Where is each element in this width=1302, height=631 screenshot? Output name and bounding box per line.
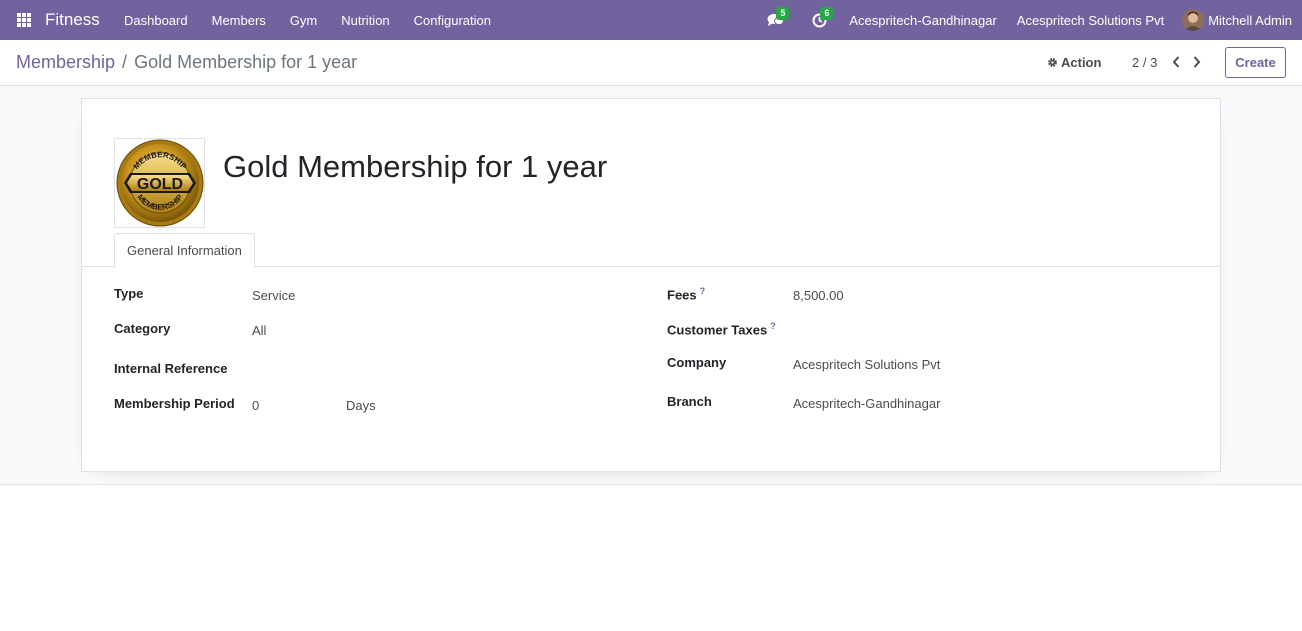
messages-button[interactable]: 5 <box>759 0 791 40</box>
form-view-background: GOLD MEMBERSHIP MEMBERSHIP Gold Membersh… <box>0 86 1302 485</box>
branch-label: Branch <box>667 394 712 409</box>
internal-reference-value[interactable] <box>252 361 452 377</box>
gold-membership-badge-image: GOLD MEMBERSHIP MEMBERSHIP <box>116 139 203 227</box>
internal-reference-label: Internal Reference <box>114 361 228 376</box>
action-button[interactable]: Action <box>1047 55 1101 70</box>
form-sheet: GOLD MEMBERSHIP MEMBERSHIP Gold Membersh… <box>81 98 1221 472</box>
company-value[interactable]: Acespritech Solutions Pvt <box>793 357 940 372</box>
company-switcher[interactable]: Acespritech Solutions Pvt <box>1007 13 1174 28</box>
svg-text:GOLD: GOLD <box>136 176 182 193</box>
customer-taxes-value[interactable] <box>793 321 993 337</box>
top-navbar: Fitness Dashboard Members Gym Nutrition … <box>0 0 1302 40</box>
menu-item-gym[interactable]: Gym <box>278 13 329 28</box>
menu-item-configuration[interactable]: Configuration <box>402 13 503 28</box>
activities-button[interactable]: 6 <box>803 0 835 40</box>
membership-period-label: Membership Period <box>114 396 235 411</box>
user-menu[interactable]: Mitchell Admin <box>1174 9 1302 31</box>
messages-badge: 5 <box>776 7 790 20</box>
customer-taxes-help-icon[interactable]: ? <box>770 321 776 331</box>
customer-taxes-label-text: Customer Taxes <box>667 322 768 338</box>
category-value[interactable]: All <box>252 323 266 338</box>
breadcrumb-membership[interactable]: Membership <box>16 52 115 73</box>
branch-switcher[interactable]: Acespritech-Gandhinagar <box>839 13 1006 28</box>
chevron-left-icon <box>1172 56 1180 68</box>
pager-previous-button[interactable] <box>1169 53 1183 71</box>
avatar <box>1182 9 1205 31</box>
customer-taxes-label: Customer Taxes? <box>667 321 776 337</box>
record-title: Gold Membership for 1 year <box>223 149 608 184</box>
gear-icon <box>1048 58 1057 67</box>
breadcrumb-separator: / <box>122 52 128 72</box>
notebook-tabs: General Information <box>82 233 1220 268</box>
fees-value[interactable]: 8,500.00 <box>793 288 844 303</box>
breadcrumb-current: Gold Membership for 1 year <box>134 52 358 72</box>
tab-general-information[interactable]: General Information <box>114 233 255 268</box>
company-label: Company <box>667 355 727 370</box>
menu-item-members[interactable]: Members <box>200 13 278 28</box>
record-image[interactable]: GOLD MEMBERSHIP MEMBERSHIP <box>114 138 205 228</box>
pager-next-button[interactable] <box>1190 53 1204 71</box>
apps-menu-icon[interactable] <box>17 13 31 27</box>
activities-badge: 6 <box>820 7 834 20</box>
fees-label: Fees? <box>667 286 705 302</box>
membership-period-value[interactable]: 0 <box>252 398 259 413</box>
create-button[interactable]: Create <box>1225 47 1286 78</box>
main-menu: Dashboard Members Gym Nutrition Configur… <box>112 0 503 40</box>
fees-help-icon[interactable]: ? <box>700 286 706 296</box>
menu-item-dashboard[interactable]: Dashboard <box>112 13 200 28</box>
category-label: Category <box>114 321 171 336</box>
breadcrumb: Membership / Gold Membership for 1 year <box>16 52 357 73</box>
branch-value[interactable]: Acespritech-Gandhinagar <box>793 396 940 411</box>
user-name: Mitchell Admin <box>1208 12 1292 28</box>
navbar-systray: 5 6 Acespritech-Gandhinagar Acespritech … <box>759 0 1302 40</box>
menu-item-nutrition[interactable]: Nutrition <box>329 13 401 28</box>
app-name[interactable]: Fitness <box>45 10 100 30</box>
control-panel: Membership / Gold Membership for 1 year … <box>0 40 1302 86</box>
action-label: Action <box>1061 55 1102 70</box>
type-value[interactable]: Service <box>252 288 295 303</box>
fees-label-text: Fees <box>667 287 697 303</box>
pager-value[interactable]: 2 / 3 <box>1132 55 1157 70</box>
membership-period-unit[interactable]: Days <box>346 398 376 413</box>
chevron-right-icon <box>1193 56 1201 68</box>
type-label: Type <box>114 286 144 301</box>
